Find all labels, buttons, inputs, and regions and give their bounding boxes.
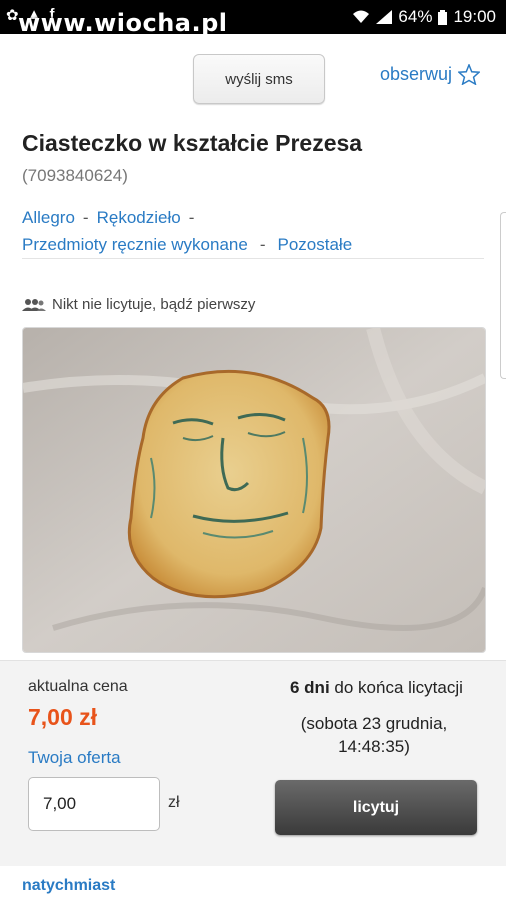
cookie-photo (23, 328, 485, 652)
battery-percent: 64% (398, 7, 433, 26)
observe-label: obserwuj (380, 64, 453, 84)
app-icon: ✿ (6, 7, 19, 24)
people-icon (22, 298, 46, 311)
current-price: 7,00 zł (28, 704, 98, 730)
watermark: www.wiocha.pl (18, 9, 228, 37)
breadcrumb-link-pozostale[interactable]: Pozostałe (278, 235, 353, 254)
current-price-label: aktualna cena (28, 678, 128, 695)
breadcrumb-link-allegro[interactable]: Allegro (22, 208, 75, 227)
item-photo[interactable] (22, 327, 486, 653)
days-suffix: do końca licytacji (334, 678, 463, 697)
end-date-line2: 14:48:35) (338, 737, 410, 756)
bidders-info: Nikt nie licytuje, bądź pierwszy (22, 296, 255, 313)
side-panel-edge[interactable] (500, 212, 506, 379)
breadcrumb-separator: - (82, 208, 89, 227)
your-offer-label: Twoja oferta (28, 748, 121, 767)
breadcrumb: Allegro - Rękodzieło - Przedmioty ręcznie w… (22, 204, 486, 258)
breadcrumb-link-rekodzielo[interactable]: Rękodzieło (97, 208, 181, 227)
signal-icon (376, 10, 393, 24)
wifi-icon (353, 10, 370, 23)
offer-input[interactable] (28, 777, 160, 831)
status-right: 64% 19:00 (352, 7, 496, 27)
currency-label: zł (168, 794, 180, 811)
bidders-text: Nikt nie licytuje, bądź pierwszy (52, 296, 256, 313)
divider (22, 258, 484, 259)
breadcrumb-separator: - (259, 235, 266, 254)
item-title: Ciasteczko w kształcie Prezesa (22, 130, 363, 156)
top-action-bar: wyślij sms obserwuj (0, 34, 506, 104)
time-remaining: 6 dni do końca licytacji (290, 678, 463, 698)
breadcrumb-link-przedmioty[interactable]: Przedmioty ręcznie wykonane (22, 235, 248, 254)
star-icon (458, 64, 481, 85)
status-bar: ✿ ▲ f www.wiocha.pl 64% 19:00 (0, 0, 506, 37)
send-sms-button[interactable]: wyślij sms (193, 54, 325, 104)
end-date-line1: (sobota 23 grudnia, (300, 714, 448, 733)
observe-link[interactable]: obserwuj (380, 64, 481, 85)
end-date: (sobota 23 grudnia, 14:48:35) (274, 712, 474, 758)
item-id: (7093840624) (22, 166, 128, 185)
breadcrumb-separator: - (188, 208, 195, 227)
bid-button[interactable]: licytuj (275, 780, 477, 835)
buy-now-link[interactable]: natychmiast (22, 877, 115, 895)
days-count: 6 dni (290, 678, 330, 697)
battery-icon (438, 9, 448, 25)
clock: 19:00 (453, 7, 496, 26)
